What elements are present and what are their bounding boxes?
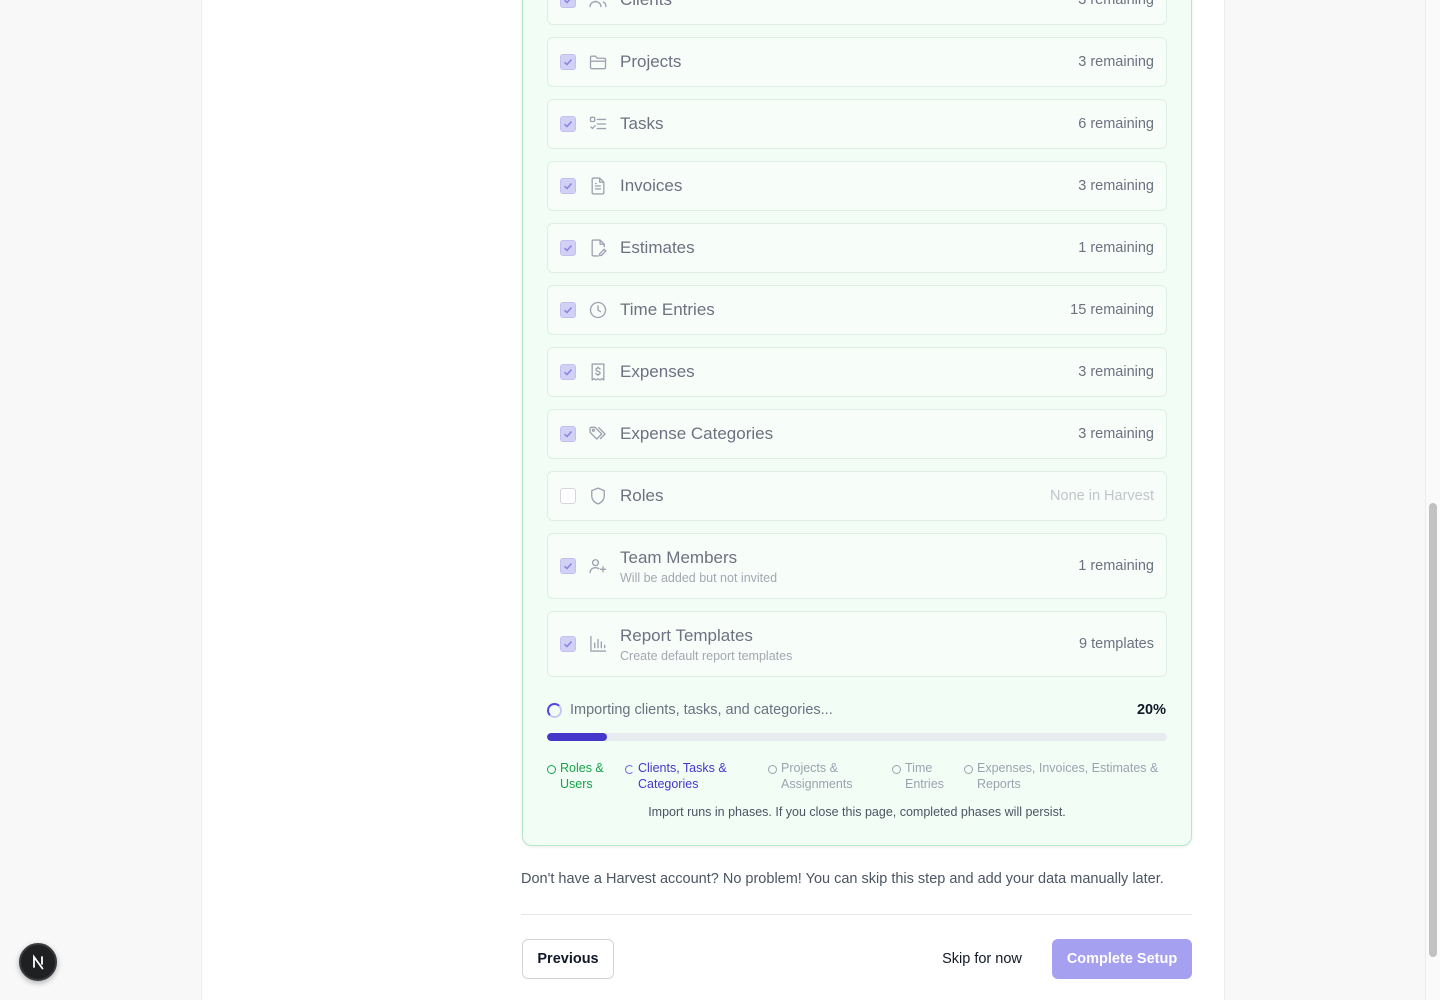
item-label: Projects — [620, 52, 682, 71]
item-remaining: 1 remaining — [1078, 558, 1154, 574]
item-label: Team Members — [620, 548, 738, 567]
nextjs-dev-badge[interactable] — [19, 943, 57, 981]
clock-icon — [588, 300, 608, 320]
item-remaining: 6 remaining — [1078, 116, 1154, 132]
expenses-checkbox[interactable] — [560, 364, 576, 380]
import-item-invoices[interactable]: Invoices 3 remaining — [547, 161, 1167, 211]
item-sublabel: Create default report templates — [620, 649, 793, 663]
skip-info-text: Don't have a Harvest account? No problem… — [521, 871, 1164, 887]
document-icon — [588, 176, 608, 196]
import-item-roles[interactable]: Roles None in Harvest — [547, 471, 1167, 521]
import-item-team-members[interactable]: Team Members Will be added but not invit… — [547, 533, 1167, 599]
item-remaining: 3 remaining — [1078, 54, 1154, 70]
loading-icon — [625, 765, 634, 774]
item-sublabel: Will be added but not invited — [620, 571, 778, 585]
users-icon — [588, 0, 608, 10]
item-label: Tasks — [620, 114, 664, 133]
item-label: Expense Categories — [620, 424, 774, 443]
phase-label: Expenses, Invoices, Estimates & Reports — [977, 761, 1159, 791]
expense-categories-checkbox[interactable] — [560, 426, 576, 442]
folder-icon — [588, 52, 608, 72]
item-remaining: 15 remaining — [1070, 302, 1154, 318]
roles-checkbox[interactable] — [560, 488, 576, 504]
phase-label: Time Entries — [905, 761, 944, 791]
nextjs-icon — [33, 954, 44, 970]
tasks-checkbox[interactable] — [560, 116, 576, 132]
projects-checkbox[interactable] — [560, 54, 576, 70]
import-item-tasks[interactable]: Tasks 6 remaining — [547, 99, 1167, 149]
item-remaining: None in Harvest — [1050, 488, 1154, 504]
item-remaining: 3 remaining — [1078, 364, 1154, 380]
complete-setup-button[interactable]: Complete Setup — [1052, 939, 1192, 979]
user-plus-icon — [588, 556, 608, 576]
import-item-expense-categories[interactable]: Expense Categories 3 remaining — [547, 409, 1167, 459]
phase-label: Clients, Tasks & Categories — [638, 761, 727, 791]
item-remaining: 1 remaining — [1078, 240, 1154, 256]
import-item-expenses[interactable]: Expenses 3 remaining — [547, 347, 1167, 397]
import-progress-fill — [547, 733, 607, 741]
report-templates-checkbox[interactable] — [560, 636, 576, 652]
task-list-icon — [588, 114, 608, 134]
bar-chart-icon — [588, 634, 608, 654]
scrollbar-thumb[interactable] — [1429, 503, 1437, 957]
phase-label: Roles & Users — [560, 761, 604, 791]
divider — [521, 914, 1192, 915]
import-item-estimates[interactable]: Estimates 1 remaining — [547, 223, 1167, 273]
time-entries-checkbox[interactable] — [560, 302, 576, 318]
phase-label: Projects & Assignments — [781, 761, 853, 791]
item-label: Invoices — [620, 176, 683, 195]
phase-note: Import runs in phases. If you close this… — [648, 805, 1066, 819]
skip-button[interactable]: Skip for now — [924, 939, 1040, 979]
import-item-time-entries[interactable]: Time Entries 15 remaining — [547, 285, 1167, 335]
import-status-text: Importing clients, tasks, and categories… — [570, 702, 833, 718]
team-members-checkbox[interactable] — [560, 558, 576, 574]
import-percent: 20% — [1136, 702, 1166, 718]
item-remaining: 3 remaining — [1078, 178, 1154, 194]
item-label: Roles — [620, 486, 664, 505]
circle-icon — [768, 765, 777, 774]
item-label: Report Templates — [620, 626, 753, 645]
import-item-clients[interactable]: Clients 3 remaining — [547, 0, 1167, 25]
circle-icon — [892, 765, 901, 774]
item-label: Clients — [620, 0, 672, 10]
circle-icon — [964, 765, 973, 774]
item-label: Time Entries — [620, 300, 715, 319]
loading-spinner-icon — [547, 703, 562, 718]
clients-checkbox[interactable] — [560, 0, 576, 8]
invoices-checkbox[interactable] — [560, 178, 576, 194]
estimates-checkbox[interactable] — [560, 240, 576, 256]
item-remaining: 3 remaining — [1078, 426, 1154, 442]
import-progress-bar — [547, 733, 1167, 741]
item-remaining: 3 remaining — [1078, 0, 1154, 8]
item-label: Estimates — [620, 238, 695, 257]
previous-button[interactable]: Previous — [522, 939, 614, 979]
import-item-projects[interactable]: Projects 3 remaining — [547, 37, 1167, 87]
tags-icon — [588, 424, 608, 444]
edit-document-icon — [588, 238, 608, 258]
receipt-dollar-icon — [588, 362, 608, 382]
item-label: Expenses — [620, 362, 695, 381]
shield-icon — [588, 486, 608, 506]
import-item-report-templates[interactable]: Report Templates Create default report t… — [547, 611, 1167, 677]
item-remaining: 9 templates — [1079, 636, 1154, 652]
check-circle-icon — [547, 765, 556, 774]
